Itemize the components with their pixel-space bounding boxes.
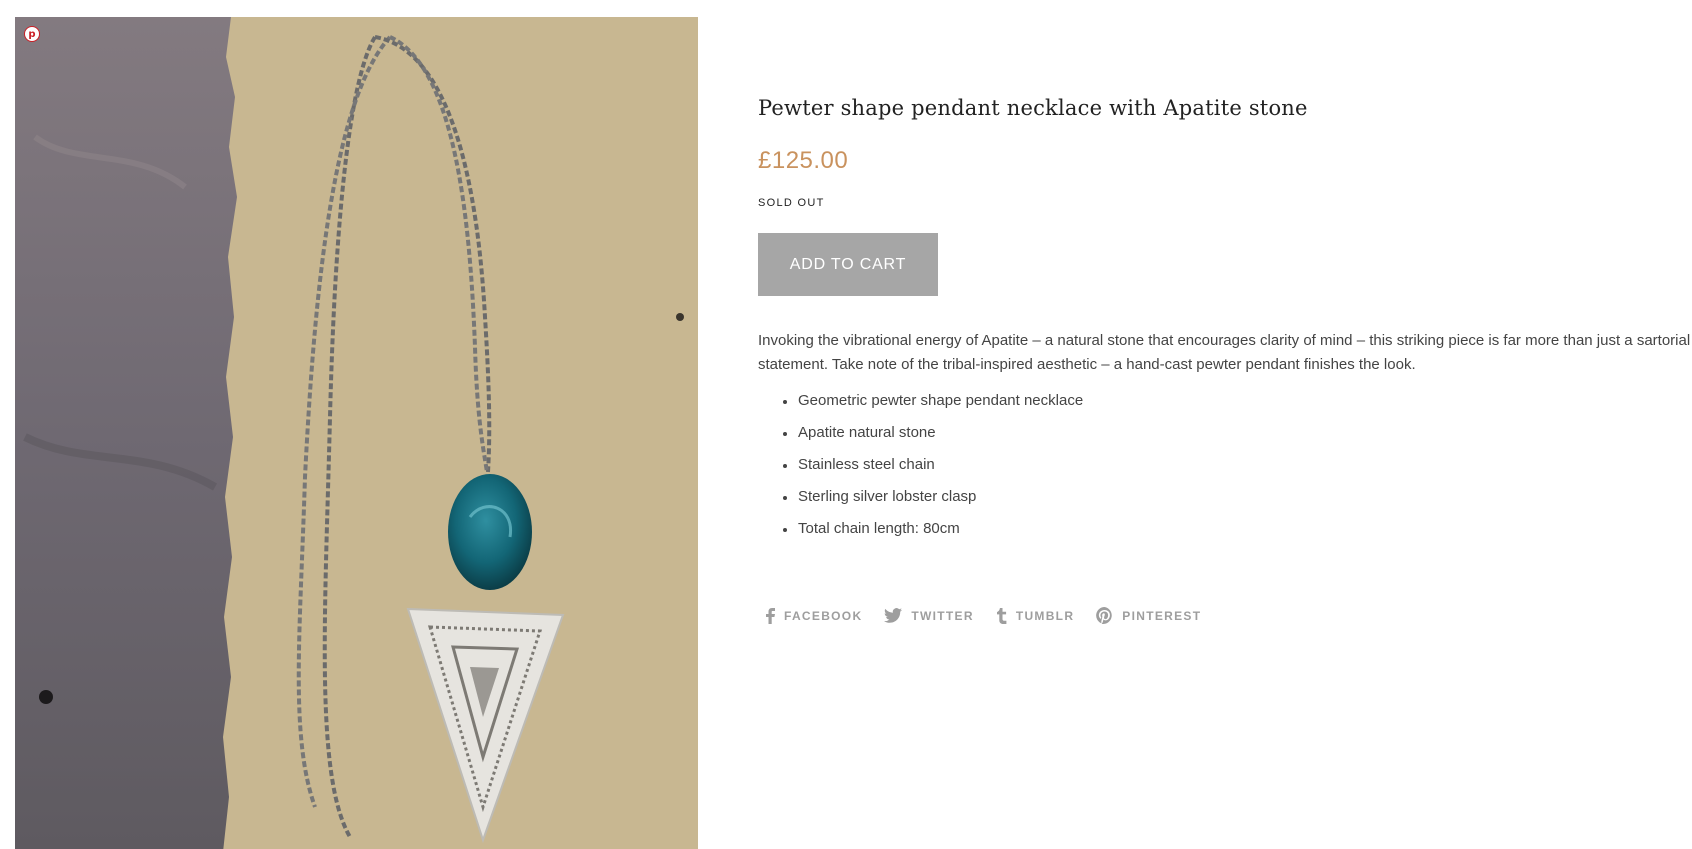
list-item: Geometric pewter shape pendant necklace	[783, 391, 1692, 411]
product-description: Invoking the vibrational energy of Apati…	[758, 332, 1691, 373]
product-price: £125.00	[758, 147, 849, 174]
list-item: Total chain length: 80cm	[783, 519, 1692, 539]
pinterest-icon[interactable]: p	[24, 26, 40, 42]
necklace-photo	[15, 17, 698, 849]
share-facebook-link[interactable]: FACEBOOK	[766, 607, 862, 624]
list-item: Sterling silver lobster clasp	[783, 487, 1692, 507]
share-tumblr-link[interactable]: TUMBLR	[996, 607, 1074, 624]
twitter-icon	[884, 608, 903, 623]
share-pinterest-label: PINTEREST	[1122, 608, 1202, 623]
share-twitter-label: TWITTER	[911, 608, 974, 623]
pinterest-icon	[1096, 607, 1113, 624]
share-pinterest-link[interactable]: PINTEREST	[1096, 607, 1201, 624]
share-bar: FACEBOOK TWITTER TUMBLR PINTEREST	[766, 607, 1201, 624]
product-details: Pewter shape pendant necklace with Apati…	[758, 93, 1692, 551]
add-to-cart-button[interactable]: ADD TO CART	[758, 233, 938, 296]
share-tumblr-label: TUMBLR	[1015, 608, 1075, 623]
facebook-icon	[766, 607, 775, 624]
list-item: Stainless steel chain	[783, 455, 1692, 475]
product-image[interactable]: p	[15, 17, 698, 849]
share-facebook-label: FACEBOOK	[784, 608, 863, 623]
share-twitter-link[interactable]: TWITTER	[884, 607, 973, 624]
feature-list: Geometric pewter shape pendant necklace …	[758, 391, 1692, 539]
product-title: Pewter shape pendant necklace with Apati…	[758, 96, 1308, 120]
list-item: Apatite natural stone	[783, 423, 1692, 443]
stock-status: SOLD OUT	[758, 197, 825, 209]
tumblr-icon	[996, 607, 1007, 624]
